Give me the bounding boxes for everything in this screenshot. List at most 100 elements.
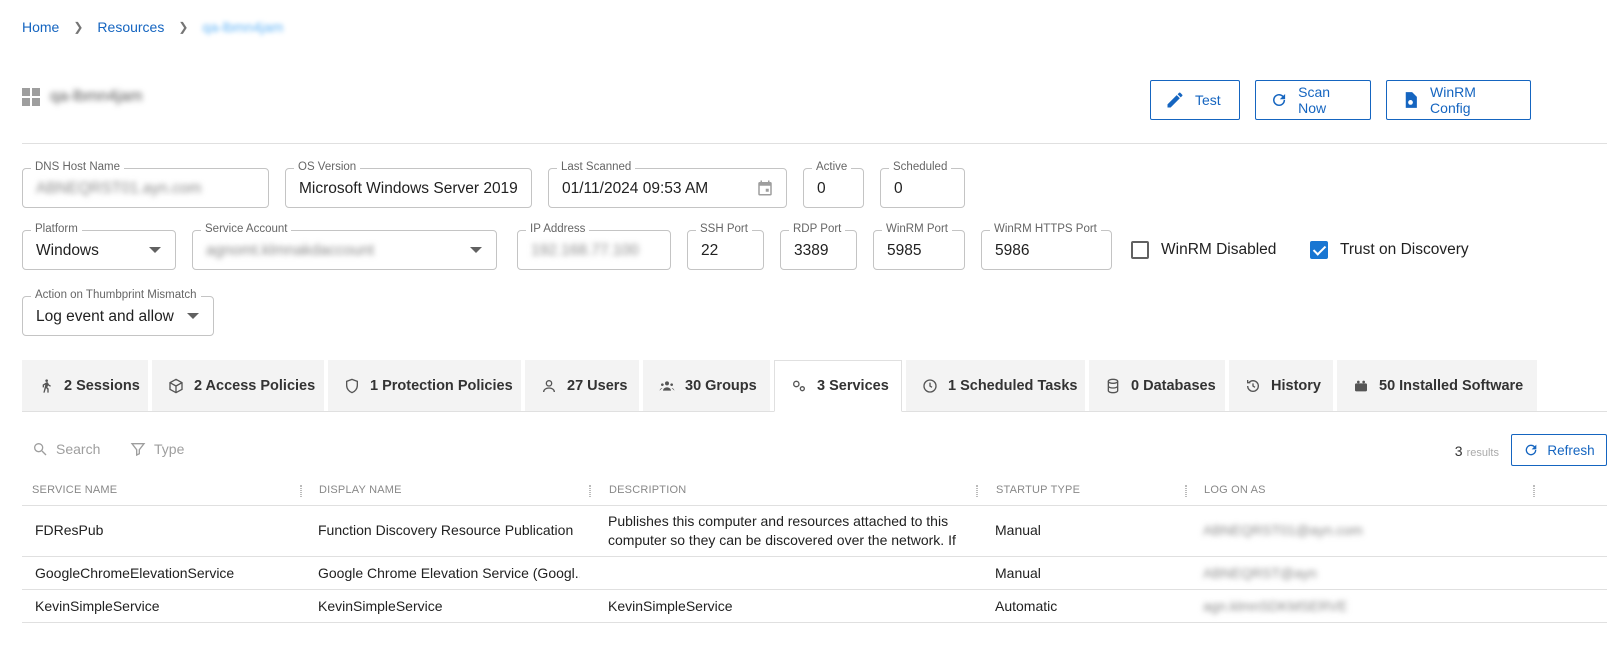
chevron-right-icon: ❯ — [178, 20, 189, 34]
cell-display-name: Google Chrome Elevation Service (Googl..… — [318, 565, 580, 581]
checkbox-label: WinRM Disabled — [1161, 241, 1277, 258]
field-label: Platform — [31, 223, 82, 235]
cell-display-name: Function Discovery Resource Publication — [318, 522, 574, 538]
table-toolbar: Search Type 3 results Refresh — [22, 434, 1607, 468]
tab-installed-software[interactable]: 50 Installed Software — [1337, 360, 1537, 411]
tab-protection-policies[interactable]: 1 Protection Policies — [328, 360, 521, 411]
breadcrumb-home-link[interactable]: Home — [22, 19, 59, 35]
checkbox-checked-icon[interactable] — [1310, 241, 1328, 259]
rdp-port-field[interactable]: RDP Port 3389 — [780, 223, 857, 270]
services-table: SERVICE NAME DISPLAY NAME DESCRIPTION ST… — [22, 478, 1607, 623]
database-icon — [1107, 378, 1119, 393]
resource-tabs: 2 Sessions 2 Access Policies 1 Protectio… — [22, 360, 1607, 412]
table-header: SERVICE NAME DISPLAY NAME DESCRIPTION ST… — [22, 478, 1607, 506]
tab-label: 2 Access Policies — [194, 377, 316, 394]
ssh-port-field[interactable]: SSH Port 22 — [687, 223, 764, 270]
last-scanned-field[interactable]: Last Scanned 01/11/2024 09:53 AM — [548, 161, 787, 208]
cell-description: Publishes this computer and resources at… — [608, 513, 956, 552]
scheduled-field[interactable]: Scheduled 0 — [880, 161, 965, 208]
column-header-description[interactable]: DESCRIPTION — [609, 484, 686, 496]
tab-groups[interactable]: 30 Groups — [643, 360, 770, 411]
dropdown-arrow-icon — [149, 247, 161, 253]
tab-label: 0 Databases — [1131, 377, 1216, 394]
checkbox-label: Trust on Discovery — [1340, 241, 1469, 258]
field-value: 22 — [701, 242, 719, 259]
cell-service-name: FDResPub — [35, 522, 104, 538]
walking-person-icon — [42, 378, 51, 393]
field-label: Active — [812, 161, 852, 173]
tab-databases[interactable]: 0 Databases — [1089, 360, 1225, 411]
tab-sessions[interactable]: 2 Sessions — [22, 360, 148, 411]
group-icon — [659, 380, 675, 391]
field-label: IP Address — [526, 223, 590, 235]
clock-icon — [923, 378, 937, 393]
field-value: 3389 — [794, 242, 829, 259]
tab-label: History — [1271, 377, 1321, 394]
search-icon — [34, 443, 47, 456]
column-header-log-on-as[interactable]: LOG ON AS — [1204, 484, 1266, 496]
table-row[interactable]: KevinSimpleService KevinSimpleService Ke… — [22, 590, 1607, 623]
tab-services[interactable]: 3 Services — [774, 360, 902, 412]
table-row[interactable]: FDResPub Function Discovery Resource Pub… — [22, 506, 1607, 557]
winrm-disabled-checkbox[interactable]: WinRM Disabled — [1131, 241, 1276, 259]
winrm-config-button-label: WinRM Config — [1430, 84, 1476, 116]
column-resize-handle[interactable] — [1533, 485, 1535, 497]
column-resize-handle[interactable] — [976, 485, 978, 497]
winrm-port-field[interactable]: WinRM Port 5985 — [873, 223, 965, 270]
cube-icon — [169, 378, 183, 393]
winrm-config-button[interactable]: WinRM Config — [1386, 80, 1531, 120]
column-resize-handle[interactable] — [589, 485, 591, 497]
cell-startup-type: Manual — [995, 522, 1041, 538]
scan-now-button[interactable]: Scan Now — [1255, 80, 1371, 120]
test-button[interactable]: Test — [1150, 80, 1240, 120]
thumbprint-mismatch-select[interactable]: Action on Thumbprint Mismatch Log event … — [22, 289, 214, 336]
dropdown-arrow-icon — [470, 247, 482, 253]
calendar-icon[interactable] — [756, 179, 774, 197]
field-label: Scheduled — [889, 161, 952, 173]
refresh-button[interactable]: Refresh — [1511, 434, 1607, 466]
search-input[interactable]: Search — [32, 434, 100, 464]
platform-select[interactable]: Platform Windows — [22, 223, 176, 270]
cell-description: KevinSimpleService — [608, 598, 733, 614]
tab-label: 3 Services — [817, 378, 889, 394]
type-filter[interactable]: Type — [130, 434, 184, 464]
os-version-field[interactable]: OS Version Microsoft Windows Server 2019 — [285, 161, 532, 208]
column-header-display-name[interactable]: DISPLAY NAME — [319, 484, 402, 496]
filter-icon — [130, 443, 146, 457]
tab-history[interactable]: History — [1229, 360, 1333, 411]
checkbox-unchecked-icon[interactable] — [1131, 241, 1149, 259]
column-header-service-name[interactable]: SERVICE NAME — [32, 484, 117, 496]
tab-users[interactable]: 27 Users — [525, 360, 639, 411]
chevron-right-icon: ❯ — [73, 20, 84, 34]
active-field[interactable]: Active 0 — [803, 161, 864, 208]
dropdown-arrow-icon — [187, 313, 199, 319]
results-count: 3 results — [1455, 443, 1499, 459]
pencil-icon — [1167, 92, 1183, 108]
field-label: WinRM HTTPS Port — [990, 223, 1101, 235]
tab-scheduled-tasks[interactable]: 1 Scheduled Tasks — [906, 360, 1085, 411]
cell-startup-type: Manual — [995, 565, 1041, 581]
software-icon — [1355, 380, 1367, 391]
field-value: 0 — [817, 180, 826, 197]
field-value: 192.168.77.100 — [531, 242, 639, 259]
column-resize-handle[interactable] — [1185, 485, 1187, 497]
dns-host-name-field[interactable]: DNS Host Name ABNEQRST01.ayn.com — [22, 161, 269, 208]
service-account-select[interactable]: Service Account agnomt.klmnakdaccount — [192, 223, 497, 270]
field-label: Last Scanned — [557, 161, 636, 173]
winrm-https-port-field[interactable]: WinRM HTTPS Port 5986 — [981, 223, 1112, 270]
field-value: Windows — [36, 242, 99, 259]
windows-icon — [22, 88, 40, 106]
tab-access-policies[interactable]: 2 Access Policies — [152, 360, 324, 411]
breadcrumb-current: qa-lbmn4jam — [202, 19, 284, 35]
breadcrumb-resources-link[interactable]: Resources — [97, 19, 164, 35]
trust-on-discovery-checkbox[interactable]: Trust on Discovery — [1310, 241, 1469, 259]
cell-log-on-as: ABNEQRST@ayn — [1203, 565, 1317, 581]
column-header-startup-type[interactable]: STARTUP TYPE — [996, 484, 1080, 496]
field-label: WinRM Port — [882, 223, 952, 235]
cell-display-name: KevinSimpleService — [318, 598, 443, 614]
ip-address-field[interactable]: IP Address 192.168.77.100 — [517, 223, 671, 270]
table-row[interactable]: GoogleChromeElevationService Google Chro… — [22, 557, 1607, 590]
search-placeholder: Search — [56, 441, 101, 457]
column-resize-handle[interactable] — [300, 485, 302, 497]
field-value: 0 — [894, 180, 903, 197]
